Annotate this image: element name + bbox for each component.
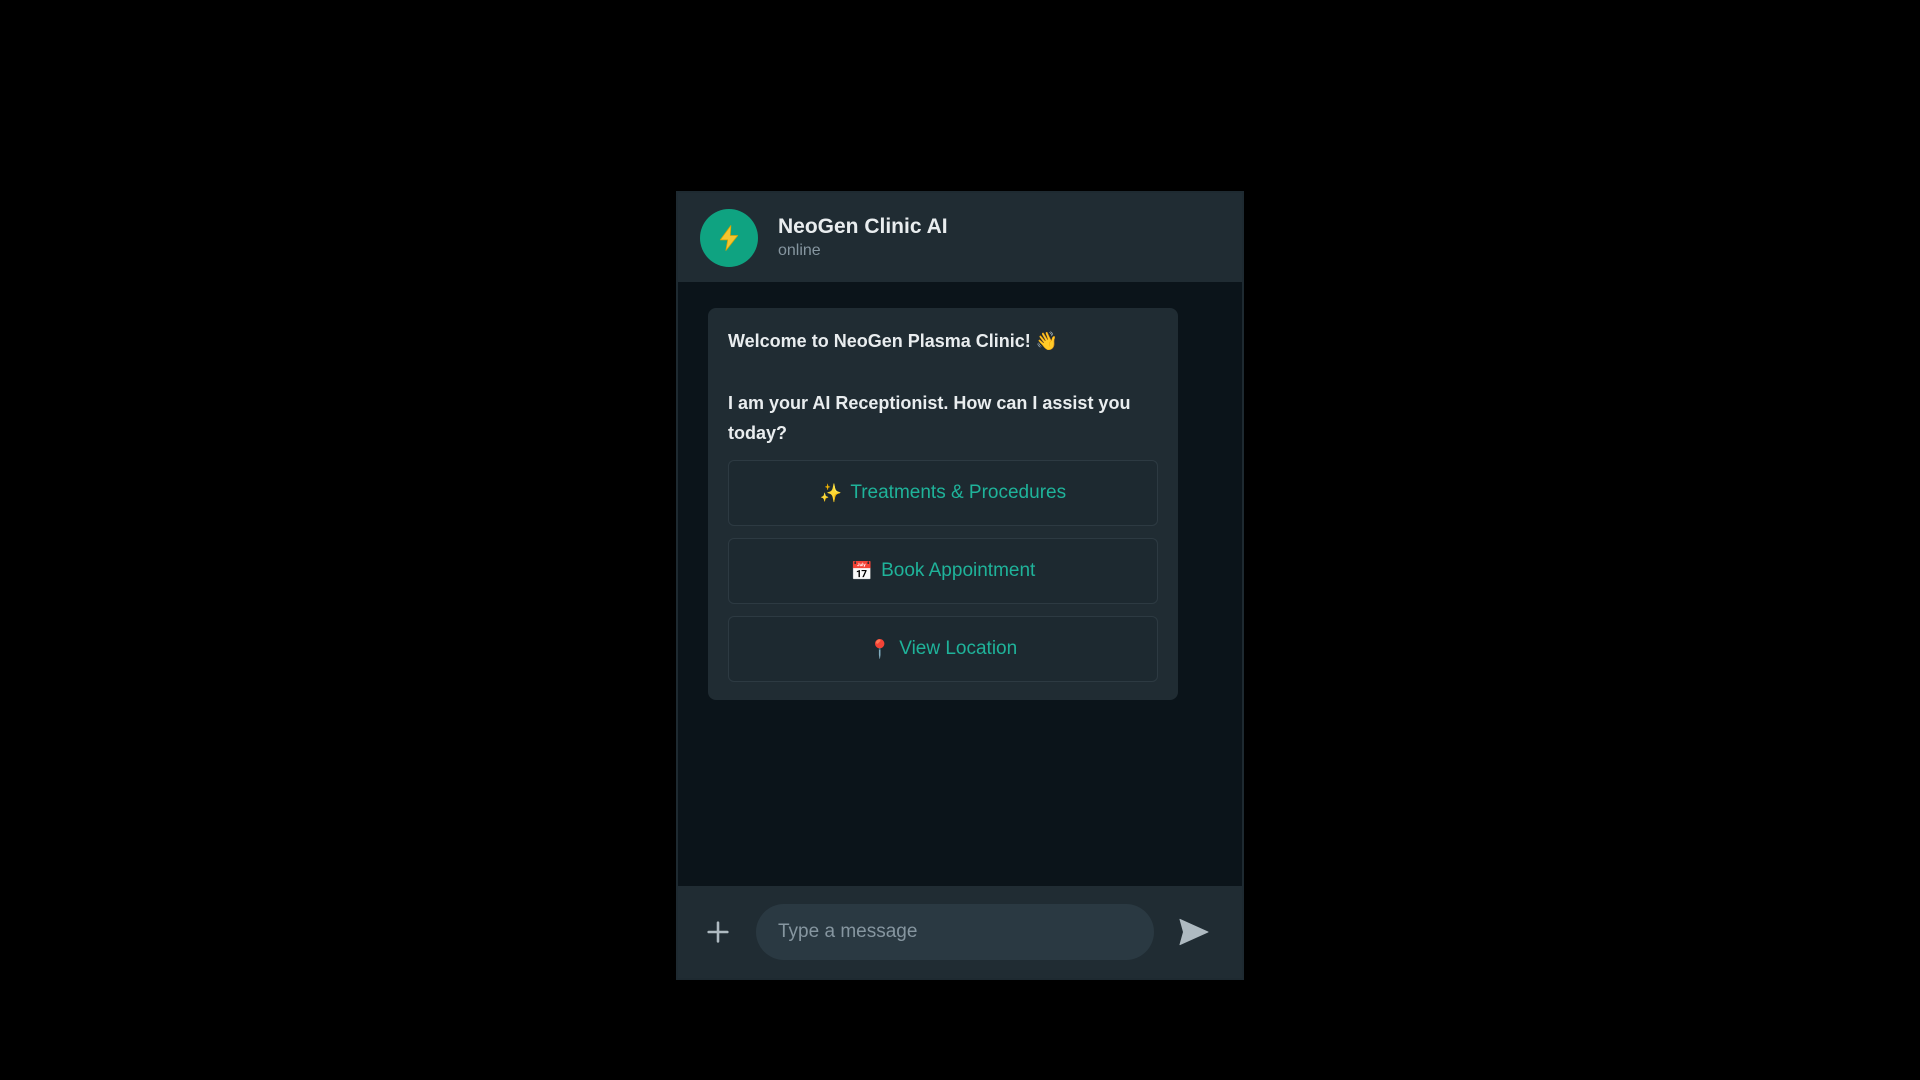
bot-avatar xyxy=(700,208,758,267)
bot-name: NeoGen Clinic AI xyxy=(778,214,948,238)
bot-status: online xyxy=(778,241,821,259)
message-composer xyxy=(678,886,1242,978)
send-button[interactable] xyxy=(1174,912,1214,952)
assist-text: I am your AI Receptionist. How can I ass… xyxy=(728,393,1131,443)
sparkles-icon: ✨ xyxy=(819,482,843,503)
book-appointment-label: Book Appointment xyxy=(881,560,1036,581)
welcome-text: Welcome to NeoGen Plasma Clinic! 👋 xyxy=(728,331,1059,351)
chat-header: NeoGen Clinic AI online xyxy=(678,193,1242,282)
bot-message-bubble: Welcome to NeoGen Plasma Clinic! 👋 I am … xyxy=(708,308,1178,700)
quick-reply-options: ✨ Treatments & Procedures 📅 Book Appoint… xyxy=(728,460,1158,682)
pin-icon: 📍 xyxy=(868,638,892,659)
book-appointment-button[interactable]: 📅 Book Appointment xyxy=(728,538,1158,604)
view-location-button[interactable]: 📍 View Location xyxy=(728,616,1158,682)
plus-icon xyxy=(707,921,729,943)
attach-button[interactable] xyxy=(700,914,736,950)
lightning-bolt-icon xyxy=(719,224,739,251)
chat-messages[interactable]: Welcome to NeoGen Plasma Clinic! 👋 I am … xyxy=(678,282,1242,886)
treatments-label: Treatments & Procedures xyxy=(850,482,1067,503)
treatments-button[interactable]: ✨ Treatments & Procedures xyxy=(728,460,1158,526)
chat-widget: NeoGen Clinic AI online Welcome to NeoGe… xyxy=(676,191,1244,980)
view-location-label: View Location xyxy=(899,638,1018,659)
message-input[interactable] xyxy=(756,904,1154,960)
send-icon xyxy=(1179,918,1209,946)
calendar-icon: 📅 xyxy=(850,560,874,581)
header-text: NeoGen Clinic AI online xyxy=(778,214,948,262)
